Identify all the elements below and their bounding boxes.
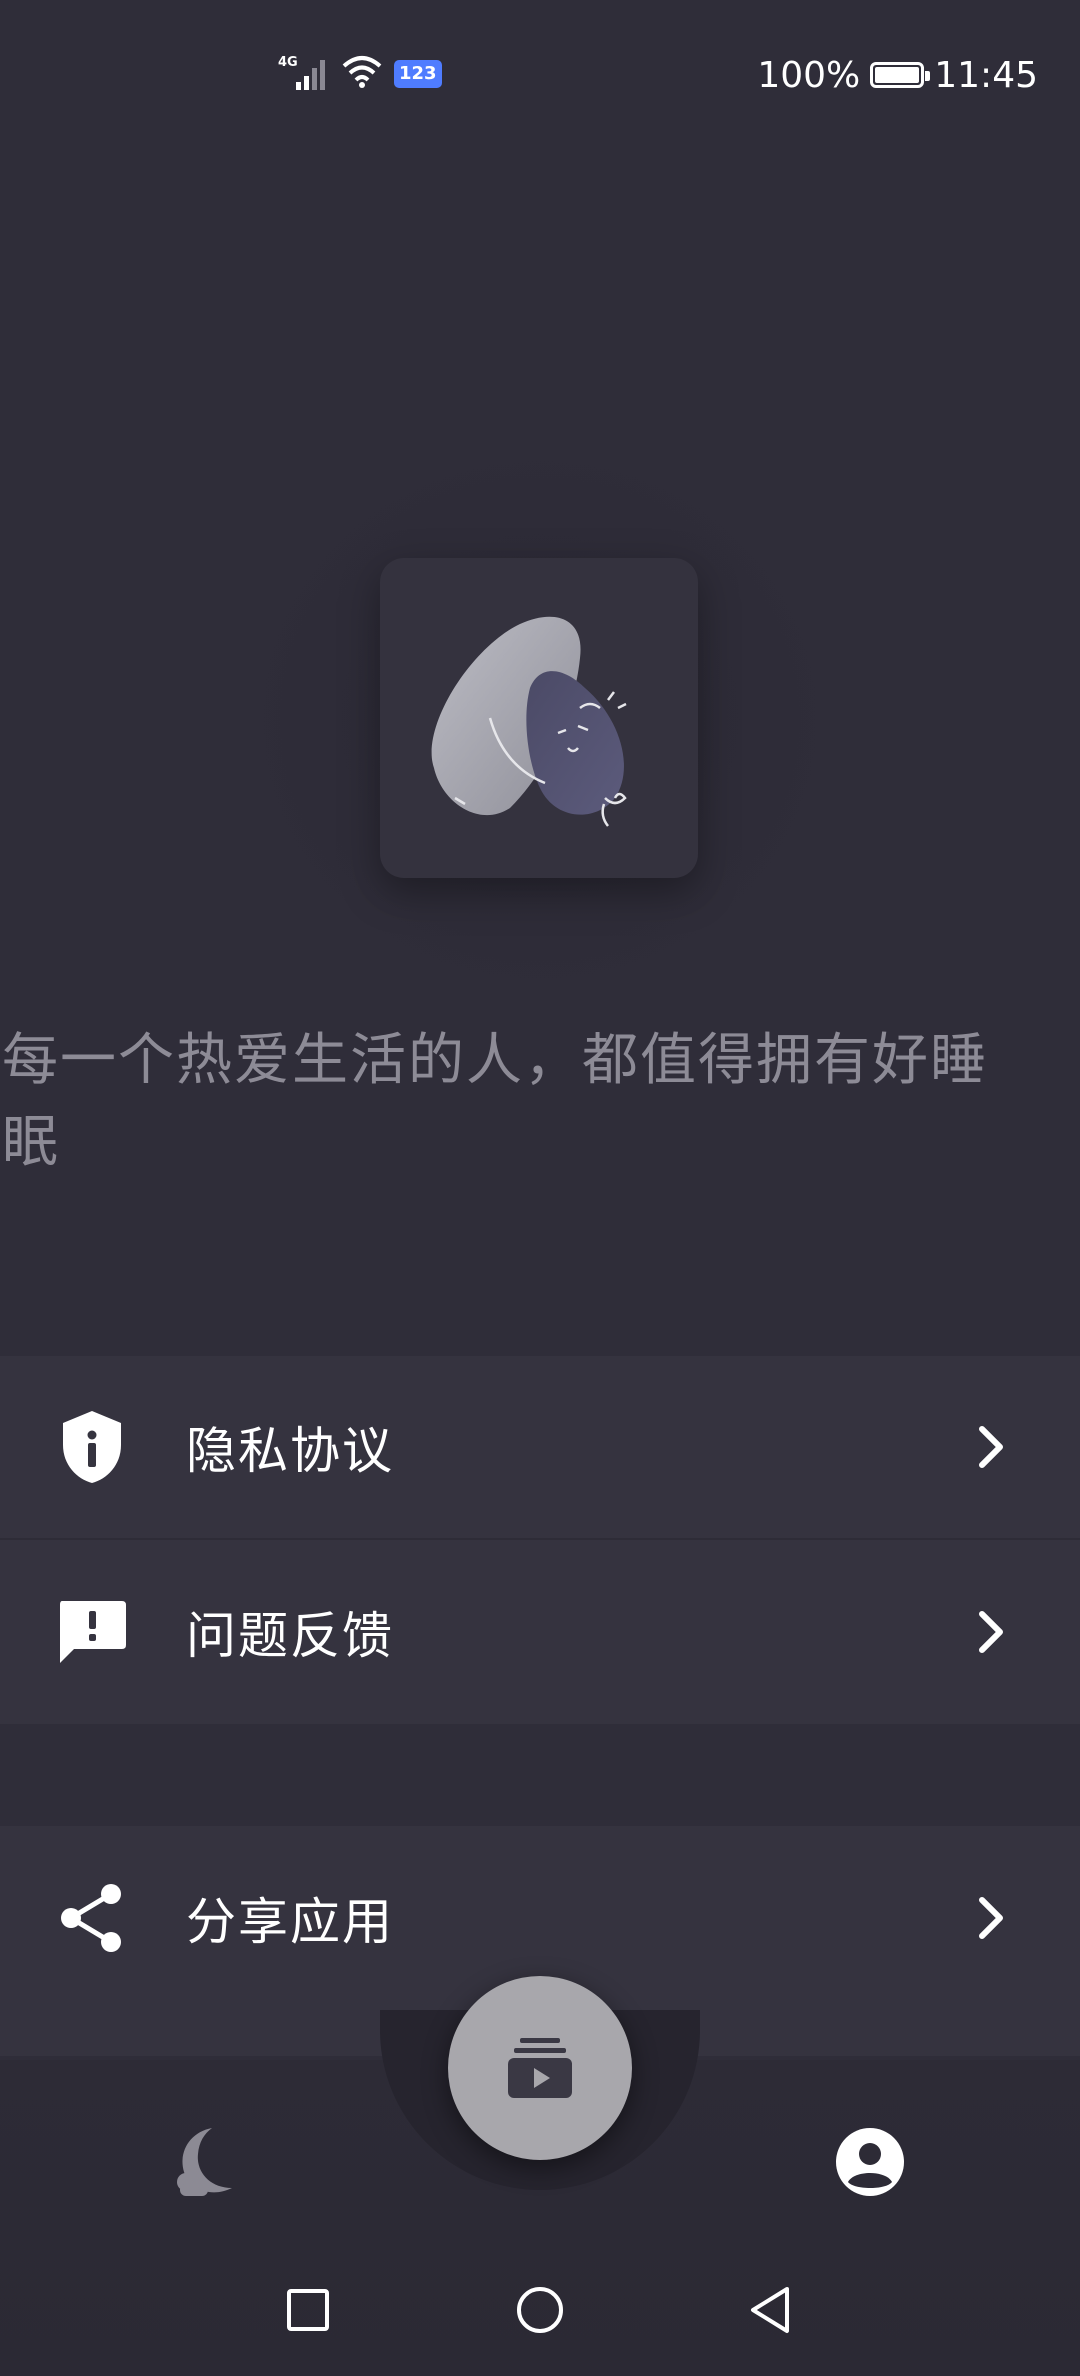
chevron-right-icon [974, 1888, 1010, 1948]
playlist-play-icon [504, 2030, 576, 2106]
battery-percent: 100% [757, 54, 861, 96]
battery-icon [870, 62, 931, 88]
back-icon[interactable] [730, 2270, 810, 2350]
svg-text:4G: 4G [278, 55, 298, 70]
recent-apps-icon[interactable] [268, 2270, 348, 2350]
moon-icon[interactable] [166, 2122, 246, 2202]
account-icon[interactable] [834, 2126, 906, 2198]
privacy-policy-row[interactable]: 隐私协议 [0, 1356, 1080, 1540]
wifi-icon [340, 54, 384, 94]
feedback-label: 问题反馈 [186, 1607, 394, 1665]
share-icon [56, 1882, 128, 1954]
signal-4g-icon: 4G [278, 52, 330, 96]
app-logo [380, 558, 698, 878]
chevron-right-icon [974, 1417, 1010, 1477]
settings-group-1: 隐私协议 问题反馈 [0, 1356, 1080, 1724]
system-navigation-bar [0, 2270, 1080, 2360]
feedback-row[interactable]: 问题反馈 [0, 1540, 1080, 1724]
home-icon[interactable] [500, 2270, 580, 2350]
sleeping-pebbles-illustration [431, 616, 627, 827]
playlist-play-button[interactable] [448, 1976, 632, 2160]
slogan-text: 每一个热爱生活的人，都值得拥有好睡眠 [2, 1028, 988, 1175]
privacy-policy-label: 隐私协议 [186, 1422, 394, 1480]
share-app-label: 分享应用 [186, 1893, 394, 1951]
profile-screen: 4G 123 100% 11:45 每一个热爱生活的人，都值得拥有好睡眠 隐私协… [0, 0, 1080, 2376]
status-bar: 4G 123 100% 11:45 [0, 0, 1080, 150]
clock: 11:45 [934, 54, 1038, 96]
status-right: 100% 11:45 [757, 50, 1038, 100]
status-indicators: 4G 123 [278, 52, 442, 96]
feedback-icon [56, 1596, 128, 1668]
network-badge: 123 [394, 60, 442, 88]
shield-info-icon [56, 1411, 128, 1483]
chevron-right-icon [974, 1602, 1010, 1662]
